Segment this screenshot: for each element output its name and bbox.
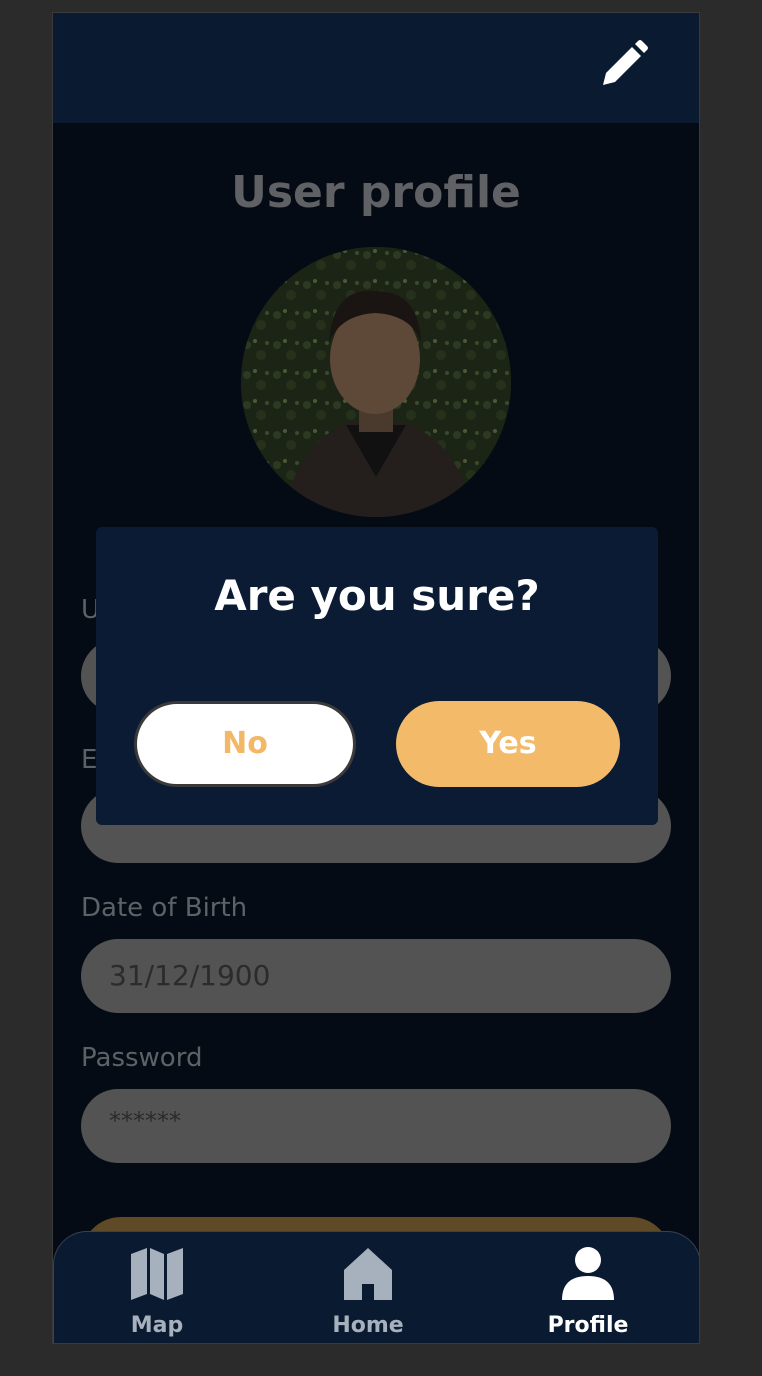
pencil-icon: [603, 40, 648, 85]
profile-photo: [241, 247, 511, 517]
user-icon: [562, 1247, 614, 1300]
edit-button[interactable]: [597, 39, 649, 91]
page-title: User profile: [231, 167, 521, 218]
tab-profile[interactable]: Profile: [518, 1232, 658, 1343]
map-icon: [131, 1248, 183, 1300]
confirm-dialog: Are you sure? No Yes: [96, 527, 658, 825]
no-button[interactable]: No: [134, 701, 356, 787]
top-bar: [53, 13, 699, 123]
tab-home-label: Home: [332, 1313, 404, 1338]
tab-profile-label: Profile: [547, 1313, 629, 1338]
password-field[interactable]: ******: [81, 1089, 671, 1163]
avatar: [241, 247, 511, 517]
yes-button[interactable]: Yes: [396, 701, 620, 787]
dob-label: Date of Birth: [81, 893, 248, 923]
app-screen: User profile U E Date of Birth 31/12/190…: [52, 12, 700, 1344]
tab-map-label: Map: [130, 1313, 184, 1338]
email-label: E: [81, 745, 98, 775]
dialog-title: Are you sure?: [214, 571, 540, 620]
dob-field[interactable]: 31/12/1900: [81, 939, 671, 1013]
tab-home[interactable]: Home: [298, 1232, 438, 1343]
bottom-tab-bar: Map Home Profile: [53, 1231, 699, 1343]
password-label: Password: [81, 1043, 203, 1073]
tab-map[interactable]: Map: [87, 1232, 227, 1343]
home-icon: [344, 1248, 392, 1300]
